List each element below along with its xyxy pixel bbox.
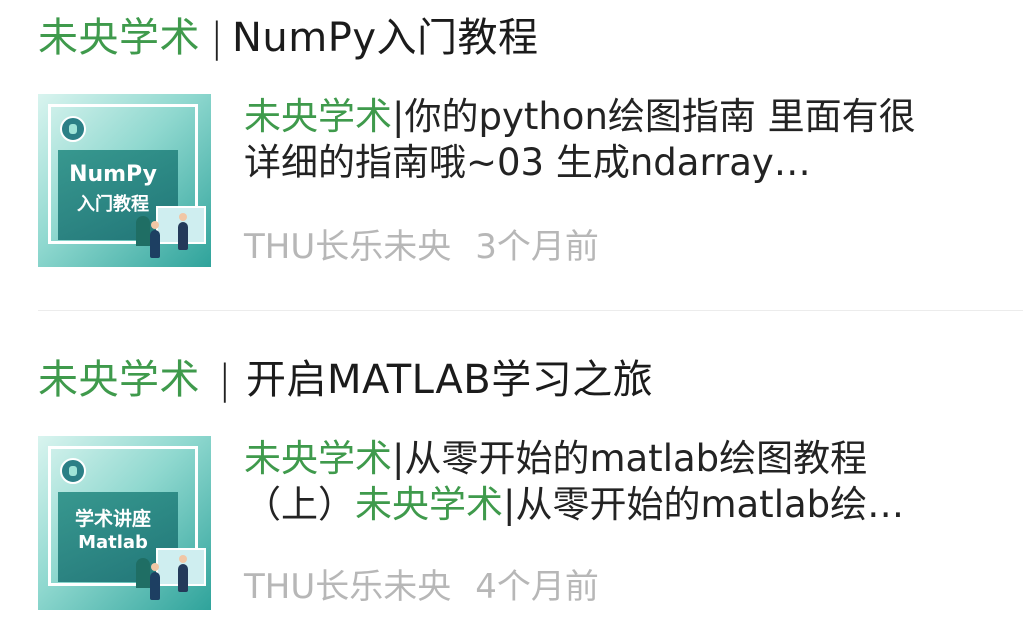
summary-line-2: （上）未央学术|从零开始的matlab绘…: [244, 482, 904, 528]
article-card-numpy[interactable]: 未央学术 | NumPy入门教程 NumPy 入门教程 未央学术|你的python绘…: [0, 0, 1023, 310]
summary-line-1: 未央学术|从零开始的matlab绘图教程: [244, 436, 904, 482]
article-title[interactable]: 未央学术 | NumPy入门教程: [38, 14, 539, 62]
logo-icon: [60, 458, 86, 484]
article-summary[interactable]: 未央学术|你的python绘图指南 里面有很 详细的指南哦~03 生成ndarr…: [244, 94, 916, 186]
person-illustration-icon: [178, 213, 188, 250]
thumbnail-title: 学术讲座: [74, 508, 151, 530]
title-text: NumPy入门教程: [231, 15, 539, 61]
person-illustration-icon: [150, 221, 160, 258]
plant-illustration-icon: [136, 216, 150, 246]
article-time: 4个月前: [475, 567, 599, 607]
thumbnail-title: NumPy: [69, 162, 157, 187]
article-thumbnail[interactable]: NumPy 入门教程: [38, 94, 211, 267]
person-illustration-icon: [178, 555, 188, 592]
article-thumbnail[interactable]: 学术讲座 Matlab: [38, 436, 211, 610]
article-summary[interactable]: 未央学术|从零开始的matlab绘图教程 （上）未央学术|从零开始的matlab…: [244, 436, 904, 528]
article-meta: THU长乐未央 4个月前: [244, 566, 599, 608]
summary-brand: 未央学术: [244, 95, 392, 138]
summary-brand: 未央学术: [244, 437, 392, 480]
summary-line-2: 详细的指南哦~03 生成ndarray…: [244, 141, 811, 184]
title-text: 开启MATLAB学习之旅: [245, 357, 654, 403]
article-title[interactable]: 未央学术 | 开启MATLAB学习之旅: [38, 356, 653, 404]
summary-text: |你的python绘图指南 里面有很: [392, 95, 916, 138]
article-meta: THU长乐未央 3个月前: [244, 226, 599, 268]
person-illustration-icon: [150, 563, 160, 600]
summary-brand: 未央学术: [355, 483, 503, 526]
article-time: 3个月前: [475, 227, 599, 267]
title-brand: 未央学术: [38, 15, 200, 61]
logo-icon: [60, 116, 86, 142]
summary-line-1: 未央学术|你的python绘图指南 里面有很: [244, 94, 916, 140]
summary-prefix: （上）: [244, 483, 355, 526]
title-brand: 未央学术: [38, 357, 200, 403]
summary-text: |从零开始的matlab绘…: [503, 483, 905, 526]
article-card-matlab[interactable]: 未央学术 | 开启MATLAB学习之旅 学术讲座 Matlab 未央学术|从零开始的…: [0, 311, 1023, 625]
title-separator: |: [210, 15, 224, 61]
article-source: THU长乐未央: [244, 567, 452, 607]
title-separator: |: [218, 357, 232, 403]
article-source: THU长乐未央: [244, 227, 452, 267]
summary-text: |从零开始的matlab绘图教程: [392, 437, 868, 480]
plant-illustration-icon: [136, 558, 150, 588]
